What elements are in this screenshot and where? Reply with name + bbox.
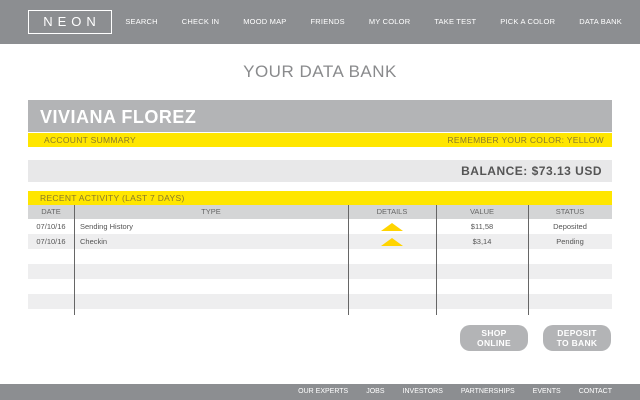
- nav-mood-map[interactable]: MOOD MAP: [243, 17, 286, 26]
- row-details: [348, 219, 436, 234]
- deposit-label-line1: DEPOSIT: [557, 328, 597, 338]
- nav-take-test[interactable]: TAKE TEST: [434, 17, 476, 26]
- neon-logo[interactable]: NEON: [28, 10, 112, 34]
- footer-link-investors[interactable]: INVESTORS: [403, 388, 443, 395]
- row-type: Checkin: [80, 237, 108, 246]
- footer-link-contact[interactable]: CONTACT: [579, 388, 612, 395]
- recent-activity-bar: RECENT ACTIVITY (LAST 7 DAYS): [28, 191, 612, 205]
- footer-link-our-experts[interactable]: OUR EXPERTS: [298, 388, 348, 395]
- column-divider: [436, 205, 437, 315]
- nav-search[interactable]: SEARCH: [125, 17, 157, 26]
- nav-data-bank[interactable]: DATA BANK: [579, 17, 622, 26]
- account-name-bar: VIVIANA FLOREZ: [28, 100, 612, 132]
- shop-online-button[interactable]: SHOP ONLINE: [460, 325, 528, 351]
- footer-links: OUR EXPERTS JOBS INVESTORS PARTNERSHIPS …: [280, 388, 612, 395]
- expand-details-icon[interactable]: [381, 238, 403, 246]
- shop-online-label-line2: ONLINE: [477, 338, 511, 348]
- recent-activity-title: RECENT ACTIVITY (LAST 7 DAYS): [40, 193, 185, 203]
- nav-my-color[interactable]: MY COLOR: [369, 17, 410, 26]
- main-nav: SEARCH CHECK IN MOOD MAP FRIENDS MY COLO…: [101, 17, 622, 26]
- account-summary-label: ACCOUNT SUMMARY: [44, 135, 137, 145]
- column-header-date: DATE: [41, 207, 61, 216]
- row-value: $11,58: [470, 222, 494, 231]
- row-type: Sending History: [80, 222, 133, 231]
- column-header-status: STATUS: [555, 207, 585, 216]
- table-row[interactable]: 07/10/16 Sending History $11,58 Deposite…: [28, 219, 612, 234]
- empty-row: [28, 294, 612, 309]
- row-date: 07/10/16: [36, 237, 66, 246]
- column-divider: [528, 205, 529, 315]
- footer-link-events[interactable]: EVENTS: [533, 388, 561, 395]
- top-navigation-bar: NEON SEARCH CHECK IN MOOD MAP FRIENDS MY…: [0, 0, 640, 44]
- table-row[interactable]: 07/10/16 Checkin $3,14 Pending: [28, 234, 612, 249]
- row-status: Deposited: [553, 222, 587, 231]
- column-header-type: TYPE: [201, 207, 221, 216]
- column-divider: [348, 205, 349, 315]
- activity-table: DATE TYPE DETAILS VALUE STATUS 07/10/16 …: [28, 205, 612, 324]
- empty-row: [28, 309, 612, 324]
- footer-bar: OUR EXPERTS JOBS INVESTORS PARTNERSHIPS …: [0, 384, 640, 400]
- row-date: 07/10/16: [36, 222, 66, 231]
- page-title: YOUR DATA BANK: [243, 62, 397, 81]
- table-header: DATE TYPE DETAILS VALUE STATUS: [28, 205, 612, 219]
- nav-friends[interactable]: FRIENDS: [311, 17, 345, 26]
- balance-bar: BALANCE: $73.13 USD: [28, 160, 612, 182]
- footer-link-jobs[interactable]: JOBS: [366, 388, 384, 395]
- column-divider: [74, 205, 75, 315]
- account-holder-name: VIVIANA FLOREZ: [40, 107, 197, 127]
- nav-pick-a-color[interactable]: PICK A COLOR: [500, 17, 555, 26]
- nav-check-in[interactable]: CHECK IN: [182, 17, 219, 26]
- column-header-details: DETAILS: [376, 207, 408, 216]
- row-status: Pending: [556, 237, 584, 246]
- empty-row: [28, 249, 612, 264]
- empty-row: [28, 264, 612, 279]
- shop-online-label-line1: SHOP: [481, 328, 507, 338]
- row-details: [348, 234, 436, 249]
- expand-details-icon[interactable]: [381, 223, 403, 231]
- balance-amount: BALANCE: $73.13 USD: [461, 164, 602, 178]
- account-summary-bar: ACCOUNT SUMMARY REMEMBER YOUR COLOR: YEL…: [28, 133, 612, 147]
- deposit-to-bank-button[interactable]: DEPOSIT TO BANK: [543, 325, 611, 351]
- footer-link-partnerships[interactable]: PARTNERSHIPS: [461, 388, 515, 395]
- deposit-label-line2: TO BANK: [556, 338, 598, 348]
- column-header-value: VALUE: [469, 207, 495, 216]
- color-reminder: REMEMBER YOUR COLOR: YELLOW: [447, 135, 604, 145]
- row-value: $3,14: [472, 237, 492, 246]
- empty-row: [28, 279, 612, 294]
